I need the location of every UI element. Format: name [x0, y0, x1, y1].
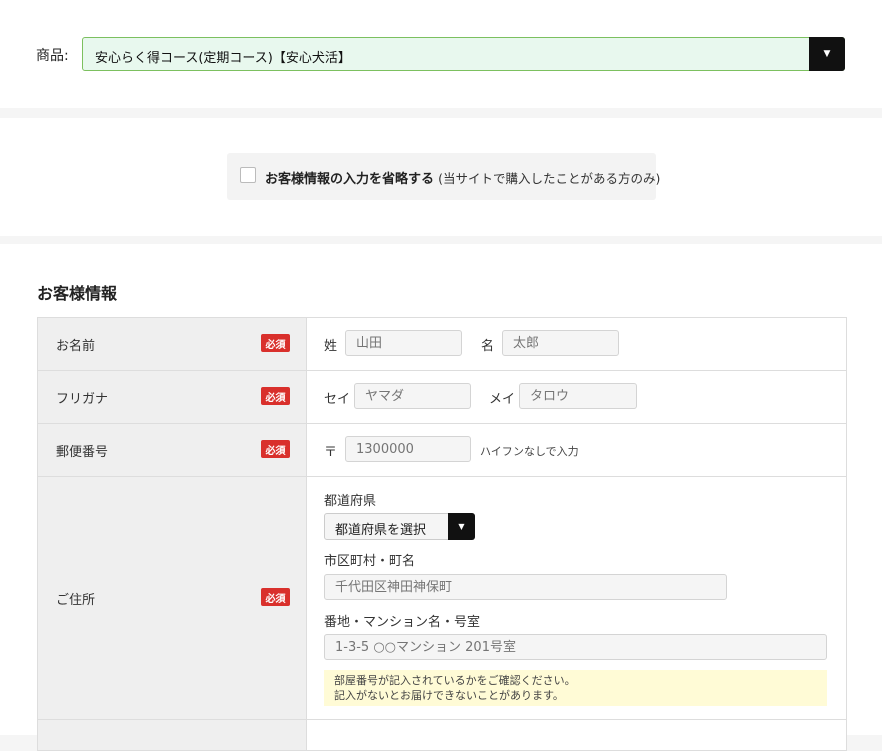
prefecture-label: 都道府県 [324, 494, 377, 509]
postal-code-input[interactable] [345, 436, 471, 462]
name-label: お名前 [56, 339, 96, 354]
postal-mark: 〒 [324, 445, 338, 460]
first-kana-input[interactable] [519, 383, 637, 409]
room-number-notice: 部屋番号が記入されているかをご確認ください。 記入がないとお届けできないことがあ… [324, 670, 827, 706]
last-name-label: 姓 [324, 339, 338, 354]
customer-section: お客様情報 お名前 必須 姓 名 フリガナ 必須 セイ メ [0, 244, 882, 751]
skip-checkbox[interactable] [240, 167, 256, 183]
first-name-label: 名 [481, 339, 495, 354]
kana-cell: セイ メイ [307, 371, 847, 423]
product-section: 商品: 安心らく得コース(定期コース)【安心犬活】 ▼ [0, 0, 882, 108]
prefecture-selected-value: 都道府県を選択 [335, 523, 427, 538]
required-badge: 必須 [261, 440, 290, 458]
address-cell: 都道府県 都道府県を選択 ▼ 市区町村・町名 番地・マンション名・号室 部屋番号… [307, 477, 847, 719]
skip-label[interactable]: お客様情報の入力を省略する (当サイトで購入したことがある方のみ) [265, 168, 660, 187]
address-row: ご住所 必須 都道府県 都道府県を選択 ▼ 市区町村・町名 番地・マンション名・… [37, 477, 847, 720]
postal-header: 郵便番号 必須 [37, 424, 307, 476]
kana-header: フリガナ 必須 [37, 371, 307, 423]
notice-line-2: 記入がないとお届けできないことがあります。 [334, 689, 564, 702]
chevron-down-icon[interactable]: ▼ [448, 513, 475, 540]
postal-hint: ハイフンなしで入力 [480, 445, 579, 458]
skip-section: お客様情報の入力を省略する (当サイトで購入したことがある方のみ) [0, 118, 882, 236]
skip-label-note: (当サイトで購入したことがある方のみ) [438, 171, 661, 186]
product-selected-value: 安心らく得コース(定期コース)【安心犬活】 [95, 51, 351, 66]
first-kana-label: メイ [489, 392, 516, 407]
street-input[interactable] [324, 634, 827, 660]
next-row [37, 720, 847, 751]
last-kana-label: セイ [324, 392, 351, 407]
kana-row: フリガナ 必須 セイ メイ [37, 371, 847, 424]
name-cell: 姓 名 [307, 318, 847, 370]
last-name-input[interactable] [345, 330, 462, 356]
customer-heading: お客様情報 [37, 284, 118, 303]
next-row-cell [307, 720, 847, 750]
first-name-input[interactable] [502, 330, 619, 356]
last-kana-input[interactable] [354, 383, 471, 409]
prefecture-select[interactable]: 都道府県を選択 ▼ [324, 513, 475, 540]
required-badge: 必須 [261, 387, 290, 405]
required-badge: 必須 [261, 588, 290, 606]
postal-cell: 〒 ハイフンなしで入力 [307, 424, 847, 476]
customer-form-table: お名前 必須 姓 名 フリガナ 必須 セイ メイ [37, 317, 847, 751]
required-badge: 必須 [261, 334, 290, 352]
skip-label-main: お客様情報の入力を省略する [265, 172, 435, 187]
postal-row: 郵便番号 必須 〒 ハイフンなしで入力 [37, 424, 847, 477]
city-label: 市区町村・町名 [324, 554, 416, 569]
street-label: 番地・マンション名・号室 [324, 615, 481, 630]
next-row-header [37, 720, 307, 750]
notice-line-1: 部屋番号が記入されているかをご確認ください。 [334, 674, 576, 687]
name-header: お名前 必須 [37, 318, 307, 370]
product-select[interactable]: 安心らく得コース(定期コース)【安心犬活】 ▼ [82, 37, 845, 71]
address-header: ご住所 必須 [37, 477, 307, 719]
product-label: 商品: [36, 48, 69, 64]
city-input[interactable] [324, 574, 727, 600]
kana-label: フリガナ [56, 392, 109, 407]
postal-label: 郵便番号 [56, 445, 109, 460]
chevron-down-icon[interactable]: ▼ [809, 37, 845, 71]
name-row: お名前 必須 姓 名 [37, 318, 847, 371]
skip-input-toggle[interactable]: お客様情報の入力を省略する (当サイトで購入したことがある方のみ) [227, 153, 660, 200]
address-label: ご住所 [56, 593, 96, 608]
